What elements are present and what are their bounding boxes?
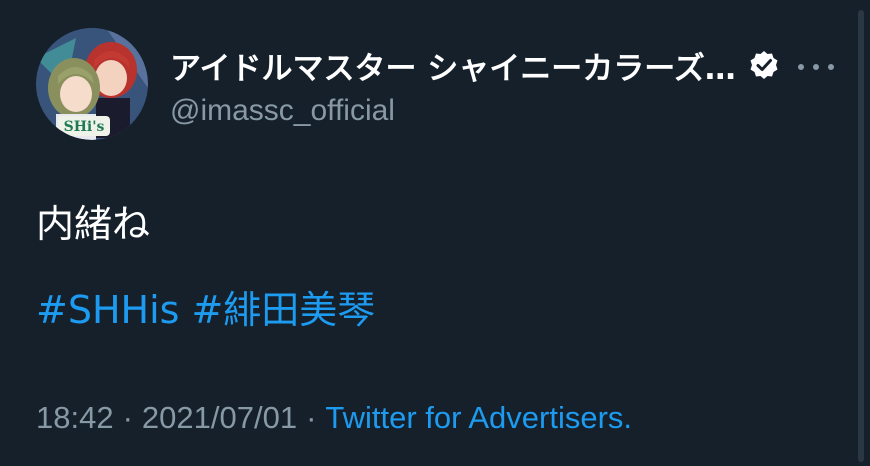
more-dot	[828, 64, 834, 70]
hashtag-link[interactable]: #SHHis	[36, 288, 179, 332]
tweet-metadata: 18:42 · 2021/07/01 · Twitter for Advertisers…	[36, 398, 632, 438]
tweet-card: SHi's アイドルマスター シャイニーカラーズ… @imassc_offici…	[0, 0, 870, 466]
avatar[interactable]: SHi's	[36, 28, 148, 140]
meta-separator: ·	[122, 400, 133, 435]
more-dot	[813, 64, 819, 70]
hashtag-link[interactable]: #緋田美琴	[191, 288, 375, 332]
meta-separator: ·	[306, 400, 317, 435]
hashtag-list: #SHHis #緋田美琴	[36, 286, 387, 334]
tweet-date[interactable]: 2021/07/01	[142, 400, 297, 435]
avatar-logo-text: SHi's	[64, 119, 105, 135]
tweet-time[interactable]: 18:42	[36, 400, 114, 435]
user-handle[interactable]: @imassc_official	[170, 94, 780, 128]
display-name[interactable]: アイドルマスター シャイニーカラーズ…	[170, 43, 736, 88]
display-name-row: アイドルマスター シャイニーカラーズ…	[170, 43, 780, 88]
tweet-client-link[interactable]: Twitter for Advertisers.	[325, 400, 632, 435]
tweet-text: 内緒ね	[36, 202, 151, 246]
tweet-header: SHi's アイドルマスター シャイニーカラーズ… @imassc_offici…	[36, 28, 870, 140]
verified-badge-icon	[748, 49, 780, 81]
more-dot	[798, 64, 804, 70]
author-info: アイドルマスター シャイニーカラーズ… @imassc_official	[170, 44, 780, 128]
scrollbar[interactable]	[858, 10, 864, 462]
avatar-artwork: SHi's	[36, 28, 148, 140]
more-options-icon[interactable]	[798, 60, 834, 74]
